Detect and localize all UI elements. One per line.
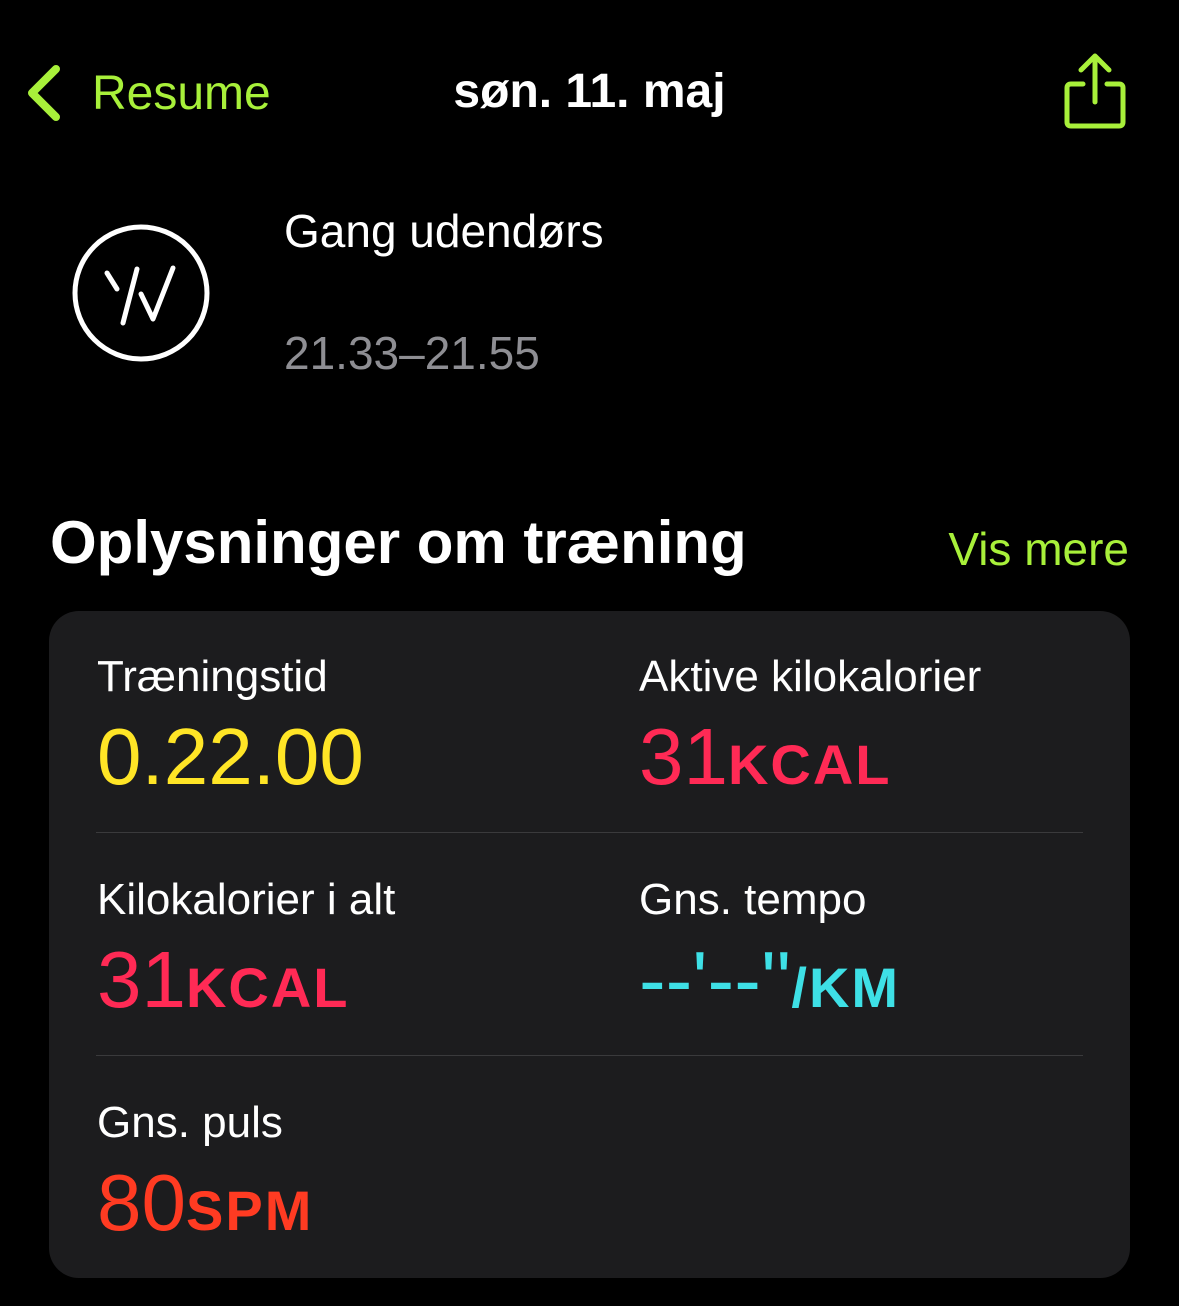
share-button[interactable]: [1063, 52, 1127, 132]
metrics-card[interactable]: Træningstid 0.22.00 Aktive kilokalorier …: [49, 611, 1130, 1278]
metric-avg-heart-rate: Gns. puls 80SPM: [97, 1097, 577, 1259]
metric-number: 0.22.00: [97, 712, 364, 801]
metric-number: 31: [639, 712, 728, 801]
metric-value: --'--''/KM: [639, 932, 1119, 1036]
metric-number: 31: [97, 935, 186, 1024]
nav-bar: Resume søn. 11. maj: [0, 40, 1179, 150]
metric-label: Gns. puls: [97, 1098, 283, 1147]
walking-icon: [72, 224, 210, 362]
metric-unit: KCAL: [727, 733, 892, 796]
metric-value: 0.22.00: [97, 709, 577, 813]
workout-time-range: 21.33–21.55: [284, 327, 540, 379]
metric-avg-pace: Gns. tempo --'--''/KM: [639, 874, 1119, 1036]
metric-label: Træningstid: [97, 652, 328, 701]
metric-active-calories: Aktive kilokalorier 31KCAL: [639, 651, 1119, 813]
metric-label: Gns. tempo: [639, 875, 867, 924]
metric-number: 80: [97, 1158, 186, 1247]
divider: [96, 832, 1083, 833]
metric-unit: SPM: [185, 1179, 314, 1242]
metric-label: Aktive kilokalorier: [639, 652, 982, 701]
metric-value: 31KCAL: [639, 709, 1119, 813]
show-more-link[interactable]: Vis mere: [948, 522, 1129, 576]
metric-value: 31KCAL: [97, 932, 577, 1036]
metric-label: Kilokalorier i alt: [97, 875, 396, 924]
divider: [96, 1055, 1083, 1056]
page-title: søn. 11. maj: [453, 65, 726, 118]
workout-name: Gang udendørs: [284, 205, 604, 257]
metric-unit: /KM: [791, 956, 901, 1019]
metric-workout-time: Træningstid 0.22.00: [97, 651, 577, 813]
metric-unit: KCAL: [185, 956, 350, 1019]
metric-number: --'--'': [639, 935, 792, 1024]
metric-total-calories: Kilokalorier i alt 31KCAL: [97, 874, 577, 1036]
metric-value: 80SPM: [97, 1155, 577, 1259]
section-title: Oplysninger om træning: [50, 509, 747, 576]
share-icon: [1064, 53, 1126, 129]
